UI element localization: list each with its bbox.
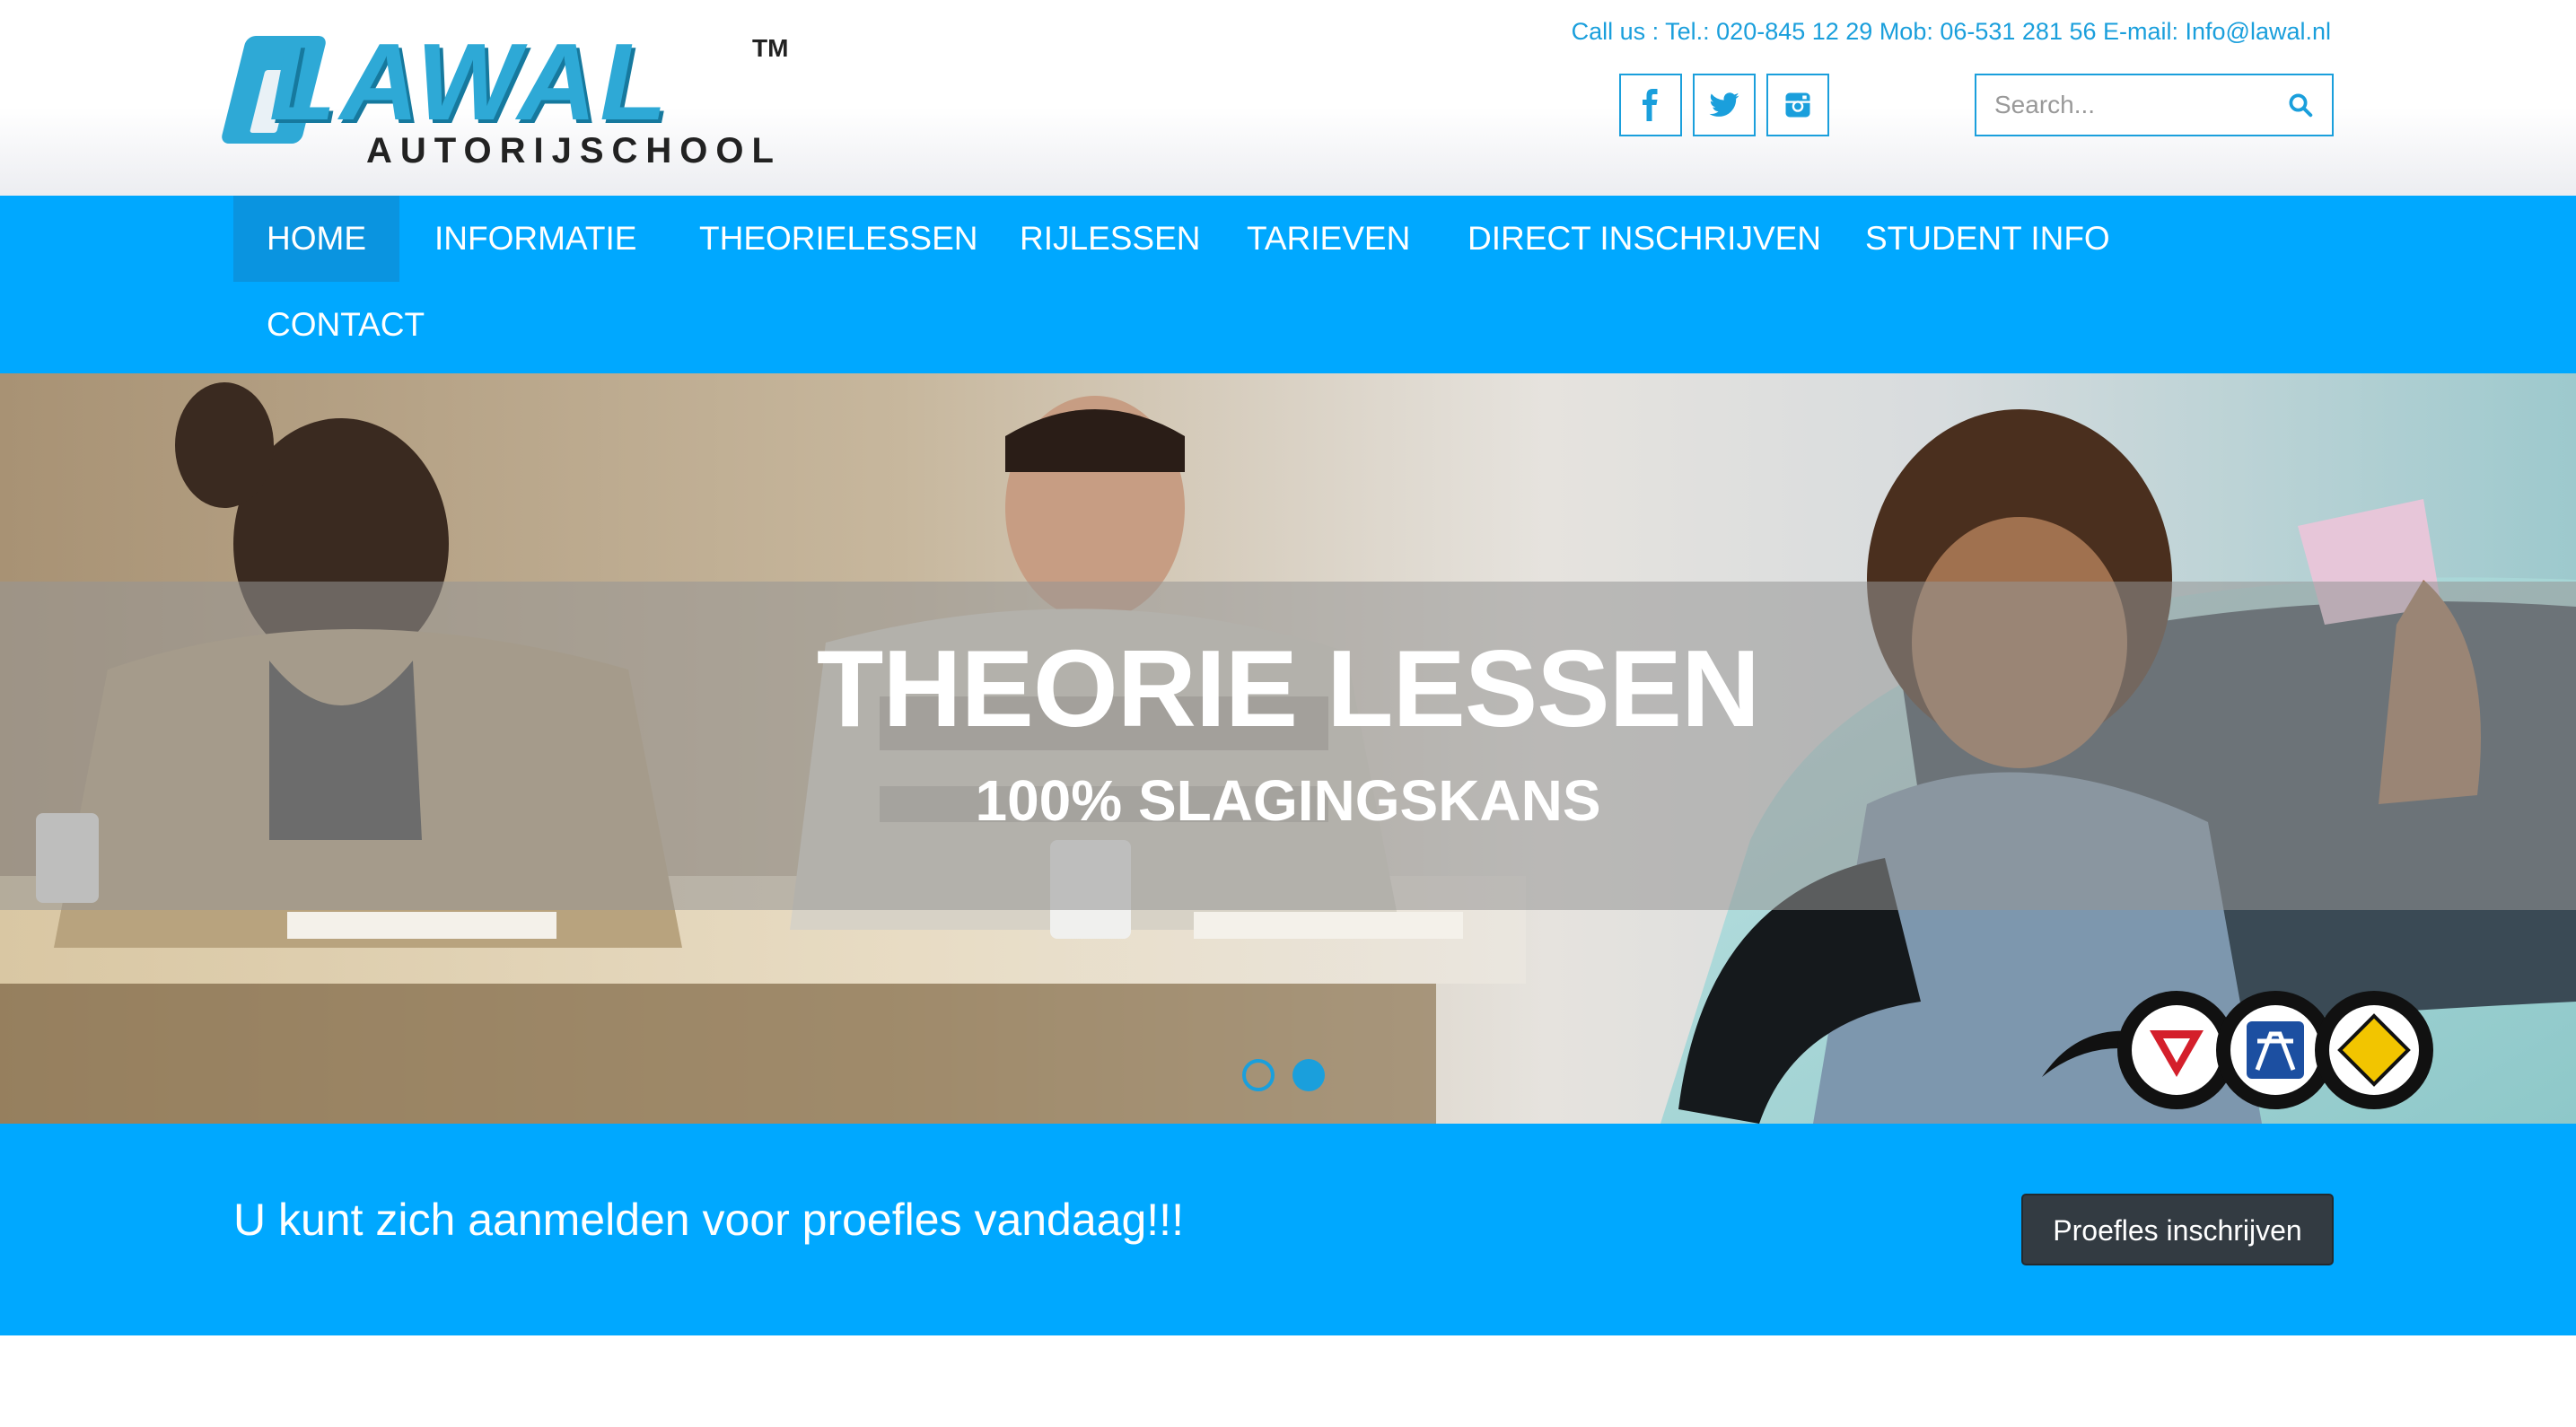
hero-slider: THEORIE LESSEN 100% SLAGINGSKANS	[0, 373, 2576, 1124]
traffic-signs-icon	[2042, 991, 2433, 1109]
facebook-button[interactable]	[1619, 74, 1682, 136]
nav-home[interactable]: HOME	[233, 196, 399, 282]
hero-subtitle: 100% SLAGINGSKANS	[975, 768, 1601, 833]
nav-direct-inschrijven[interactable]: DIRECT INSCHRIJVEN	[1434, 196, 1854, 282]
instagram-button[interactable]	[1766, 74, 1829, 136]
twitter-button[interactable]	[1693, 74, 1756, 136]
site-header: LAWAL TM AUTORIJSCHOOL Call us : Tel.: 0…	[0, 0, 2576, 196]
nav-tarieven[interactable]: TARIEVEN	[1214, 196, 1443, 282]
contact-info: Call us : Tel.: 020-845 12 29 Mob: 06-53…	[1571, 18, 2331, 45]
facebook-icon	[1643, 89, 1658, 121]
cta-band: U kunt zich aanmelden voor proefles vand…	[0, 1124, 2576, 1335]
logo-main-text: LAWAL	[269, 21, 670, 143]
cta-text: U kunt zich aanmelden voor proefles vand…	[233, 1195, 1184, 1245]
nav-student-info[interactable]: STUDENT INFO	[1832, 196, 2143, 282]
search-box	[1975, 74, 2334, 136]
search-icon[interactable]	[2287, 92, 2314, 118]
slider-dot-2[interactable]	[1292, 1059, 1325, 1091]
search-input[interactable]	[1976, 75, 2273, 135]
nav-theorielessen[interactable]: THEORIELESSEN	[666, 196, 1011, 282]
nav-rijlessen[interactable]: RIJLESSEN	[986, 196, 1234, 282]
slider-dot-1[interactable]	[1242, 1059, 1275, 1091]
logo[interactable]: LAWAL TM AUTORIJSCHOOL	[220, 18, 790, 171]
logo-trademark: TM	[752, 34, 789, 62]
nav-informatie[interactable]: INFORMATIE	[401, 196, 670, 282]
proefles-inschrijven-button[interactable]: Proefles inschrijven	[2021, 1194, 2334, 1265]
logo-subtitle: AUTORIJSCHOOL	[366, 131, 782, 171]
hero-title: THEORIE LESSEN	[816, 627, 1760, 749]
main-navigation: HOME INFORMATIE THEORIELESSEN RIJLESSEN …	[0, 196, 2576, 373]
twitter-icon	[1709, 92, 1739, 117]
nav-contact[interactable]: CONTACT	[233, 282, 458, 368]
instagram-icon	[1785, 92, 1810, 118]
